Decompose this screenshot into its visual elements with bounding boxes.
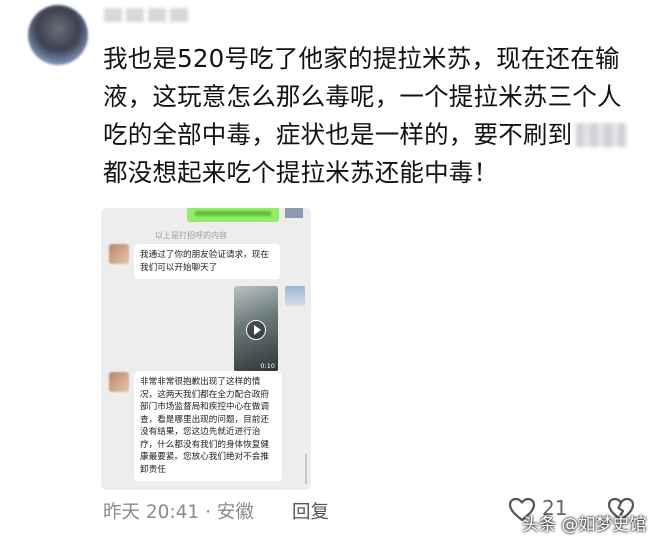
blurred-text	[576, 123, 627, 147]
comment-line-text: 吃的全部中毒，症状也是一样的，要不刷到	[103, 120, 573, 149]
chat-message-line: 我通过了你的朋友验证请求，现在	[140, 250, 269, 260]
comment-line: 都没想起来吃个提拉米苏还能中毒！	[103, 158, 499, 187]
chat-message-bubble: 非常非常很抱歉出现了这样的情 况，这两天我们都在全力配合政府 部门市场监督局和疾…	[134, 371, 282, 481]
chat-top-avatar	[285, 208, 303, 218]
chat-message-line: 康最要紧。您放心我们绝对不会推	[140, 452, 269, 462]
chat-message-line: 况，这两天我们都在全力配合政府	[140, 389, 269, 400]
comment-meta: 昨天 20:41 · 安徽	[103, 502, 254, 523]
username-blurred[interactable]	[104, 8, 190, 26]
play-icon	[246, 320, 266, 340]
chat-message-line: 查，看是哪里出现的问题，目前还	[140, 414, 269, 425]
chat-message-line: 疗，什么都没有我们的身体恢复健	[140, 439, 269, 450]
chat-top-bubble	[187, 208, 279, 222]
video-duration: 0:10	[260, 362, 275, 370]
chat-message-bubble: 我通过了你的朋友验证请求，现在 我们可以开始聊天了	[134, 244, 280, 279]
chat-message-line: 没有结果，您这边先就近进行治	[140, 427, 261, 437]
chat-scrollbar	[305, 454, 307, 484]
chat-message-line: 卸责任	[140, 464, 166, 475]
chat-message-line: 我们可以开始聊天了	[140, 262, 218, 273]
user-avatar[interactable]	[28, 5, 88, 65]
comment-line: 液，这玩意怎么那么毒呢，一个提拉米苏三个人	[103, 82, 622, 111]
reply-button[interactable]: 回复	[292, 498, 329, 524]
chat-avatar	[285, 286, 305, 306]
comment-line: 我也是520号吃了他家的提拉米苏，现在还在输	[103, 44, 620, 73]
chat-avatar	[109, 372, 129, 392]
chat-message-line: 非常非常很抱歉出现了这样的情	[140, 377, 261, 387]
watermark: 头条 @如梦史馆	[522, 515, 647, 535]
comment-text: 我也是520号吃了他家的提拉米苏，现在还在输 液，这玩意怎么那么毒呢，一个提拉米…	[103, 40, 633, 192]
comment-line: 吃的全部中毒，症状也是一样的，要不刷到	[103, 116, 633, 154]
chat-system-text: 以上是打招呼的内容	[155, 231, 227, 240]
video-thumbnail: 0:10	[234, 286, 278, 372]
chat-avatar	[109, 244, 129, 264]
chat-screenshot-image[interactable]: 以上是打招呼的内容 我通过了你的朋友验证请求，现在 我们可以开始聊天了 0:10…	[101, 208, 311, 490]
chat-message-line: 部门市场监督局和疾控中心在做调	[140, 402, 269, 412]
